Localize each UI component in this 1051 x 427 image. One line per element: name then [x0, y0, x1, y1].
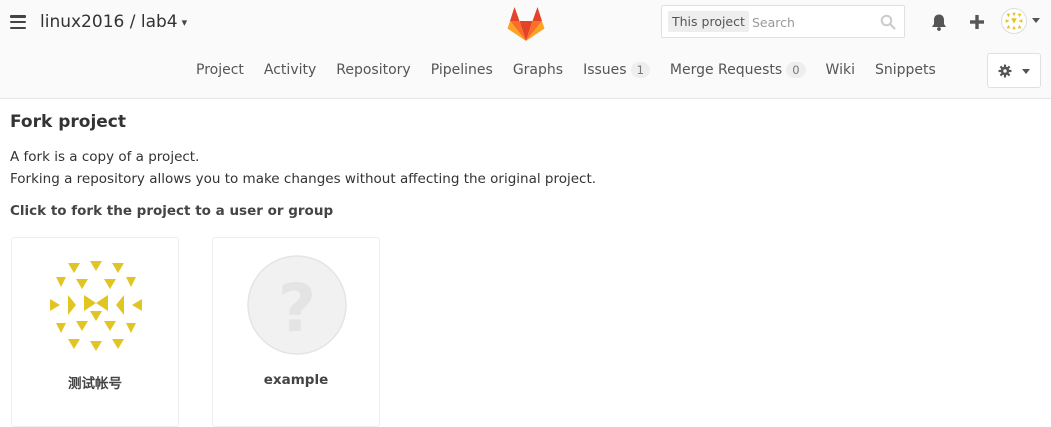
- namespace-name: example: [263, 372, 329, 388]
- question-mark-icon: ?: [247, 255, 347, 355]
- project-title[interactable]: linux2016 / lab4 ▾: [40, 12, 187, 32]
- chevron-down-icon: [1022, 69, 1030, 74]
- plus-icon[interactable]: [967, 12, 987, 32]
- nav-pipelines[interactable]: Pipelines: [431, 62, 493, 78]
- namespace-avatar: ?: [247, 255, 347, 355]
- nav-repository[interactable]: Repository: [336, 62, 410, 78]
- merge-requests-count-badge: 0: [786, 62, 806, 78]
- search-input[interactable]: Search: [752, 15, 795, 30]
- namespace-avatar: [46, 255, 146, 355]
- nav-activity[interactable]: Activity: [264, 62, 316, 78]
- menu-icon[interactable]: [10, 15, 26, 30]
- user-avatar[interactable]: [1001, 8, 1027, 34]
- user-menu-caret-icon[interactable]: [1032, 18, 1040, 23]
- nav-merge-requests-label: Merge Requests: [669, 62, 783, 78]
- nav-project[interactable]: Project: [196, 62, 244, 78]
- project-path[interactable]: linux2016 / lab4: [40, 12, 178, 32]
- notifications-bell-icon[interactable]: [929, 12, 949, 32]
- intro-text-line-2: Forking a repository allows you to make …: [10, 171, 597, 187]
- page-title: Fork project: [10, 112, 127, 132]
- search-scope-badge[interactable]: This project: [668, 11, 749, 32]
- nav-graphs[interactable]: Graphs: [513, 62, 563, 78]
- search-icon[interactable]: [880, 14, 896, 30]
- nav-issues-label: Issues: [583, 62, 627, 78]
- top-header: linux2016 / lab4 ▾ This project Search P…: [0, 0, 1051, 99]
- fork-project-section: Fork project A fork is a copy of a proje…: [10, 112, 596, 219]
- project-nav: Project Activity Repository Pipelines Gr…: [196, 62, 956, 78]
- identicon-avatar-icon: [1002, 9, 1026, 33]
- nav-merge-requests[interactable]: Merge Requests 0: [670, 62, 806, 78]
- intro-text-line-1: A fork is a copy of a project.: [10, 149, 200, 165]
- namespace-card[interactable]: 测试帐号: [11, 237, 179, 427]
- namespace-name: 测试帐号: [68, 376, 122, 392]
- gear-icon: [998, 64, 1012, 78]
- chevron-down-icon[interactable]: ▾: [182, 16, 188, 29]
- nav-issues[interactable]: Issues 1: [583, 62, 650, 78]
- svg-text:?: ?: [278, 270, 316, 347]
- namespace-card[interactable]: ? example: [212, 237, 380, 427]
- gitlab-logo-icon[interactable]: [506, 4, 546, 42]
- project-settings-dropdown[interactable]: [987, 53, 1041, 88]
- nav-snippets[interactable]: Snippets: [875, 62, 936, 78]
- search-box[interactable]: This project Search: [661, 5, 905, 38]
- issues-count-badge: 1: [630, 62, 650, 78]
- nav-wiki[interactable]: Wiki: [826, 62, 855, 78]
- fork-instruction: Click to fork the project to a user or g…: [10, 203, 334, 219]
- identicon-avatar-icon: [46, 255, 146, 355]
